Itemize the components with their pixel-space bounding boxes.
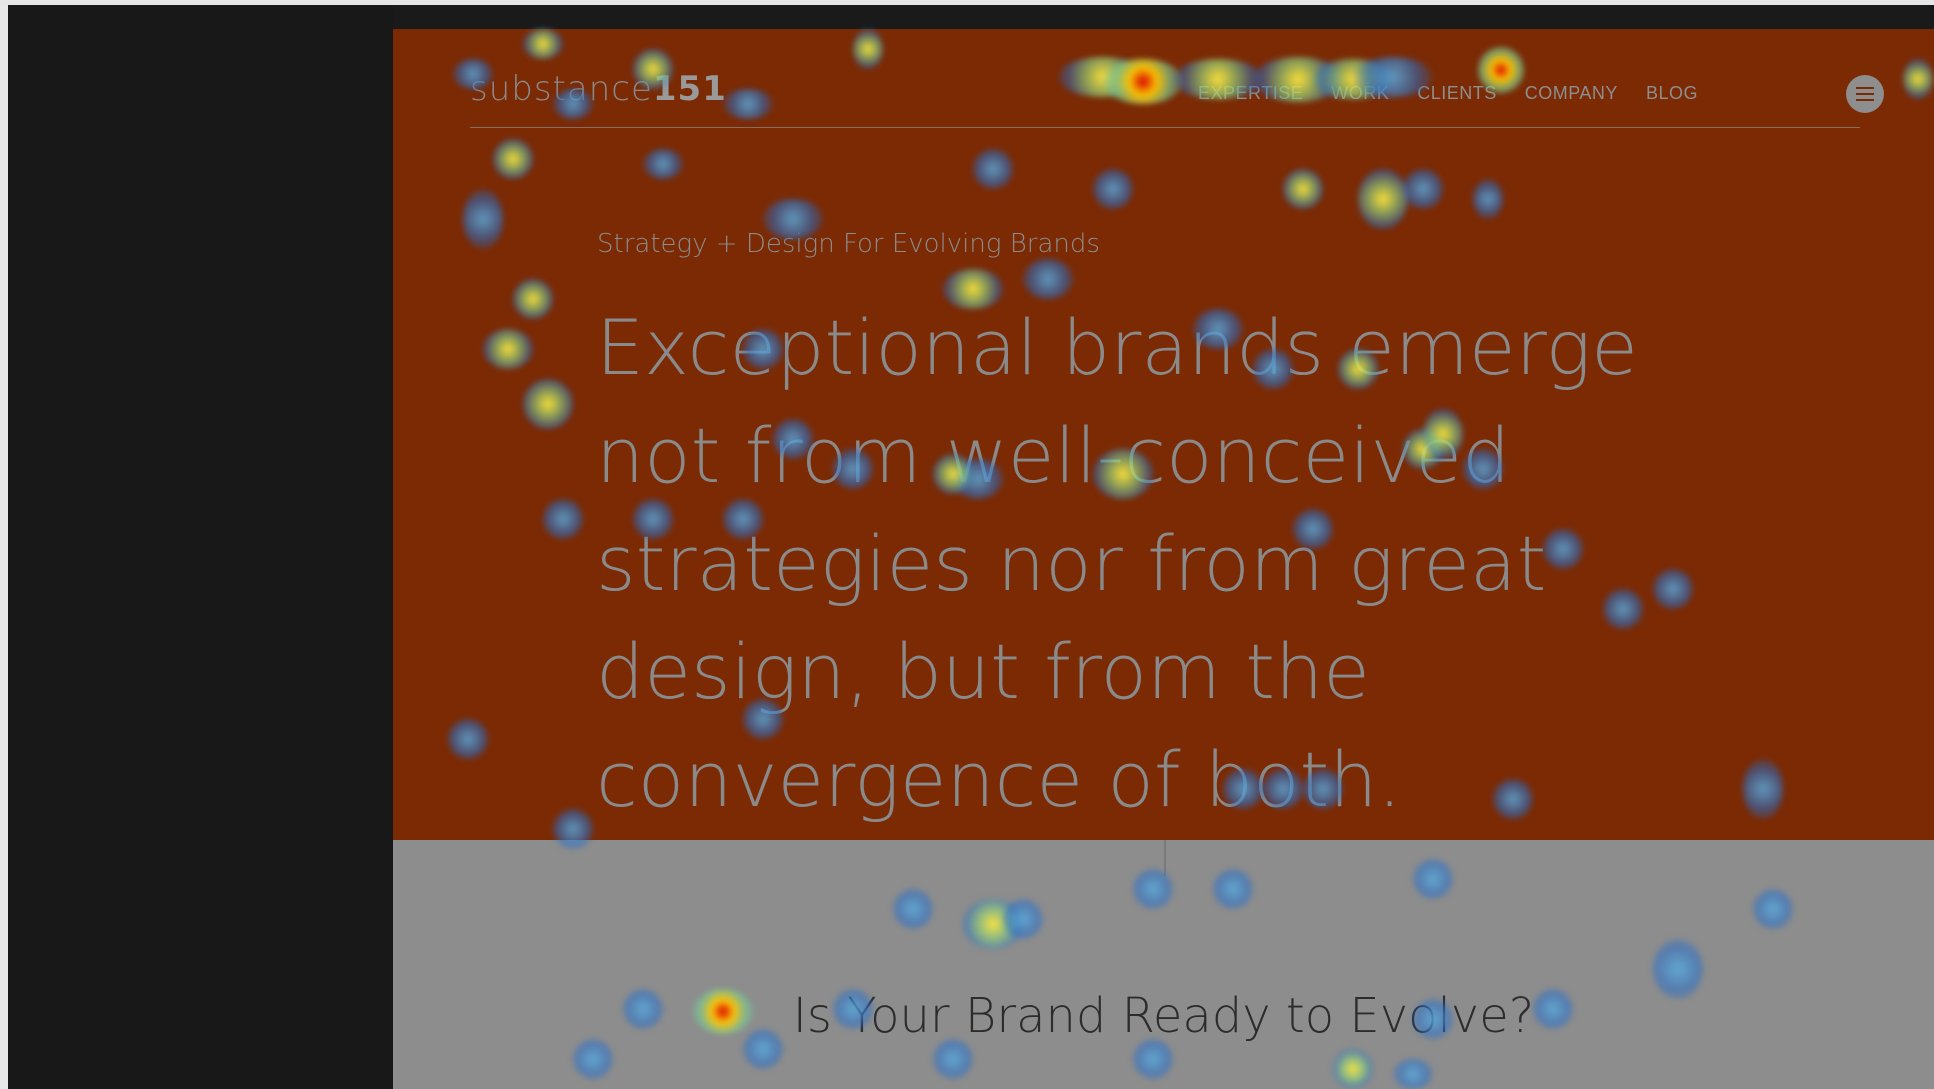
nav-menu: Expertise Work Clients Company Blog: [1198, 83, 1698, 104]
hamburger-menu-icon[interactable]: [1846, 75, 1884, 113]
cta-section: Is Your Brand Ready to Evolve?: [393, 840, 1934, 1089]
nav-item-blog[interactable]: Blog: [1646, 83, 1698, 104]
section-divider: [1164, 840, 1166, 876]
hero-section: substance151 Expertise Work Clients Comp…: [393, 29, 1934, 840]
nav-item-work[interactable]: Work: [1331, 83, 1389, 104]
cta-heading: Is Your Brand Ready to Evolve?: [792, 988, 1535, 1044]
nav-item-company[interactable]: Company: [1525, 83, 1618, 104]
top-navigation: substance151 Expertise Work Clients Comp…: [470, 65, 1884, 128]
logo-number: 151: [652, 69, 727, 109]
side-panel: [8, 5, 393, 1089]
hero-headline: Exceptional brands emerge not from well-…: [596, 303, 1638, 824]
nav-item-expertise[interactable]: Expertise: [1198, 83, 1303, 104]
hero-tagline: Strategy + Design For Evolving Brands: [597, 229, 1100, 259]
logo-text: substance: [470, 69, 653, 109]
window-edge: [0, 5, 8, 1089]
nav-item-clients[interactable]: Clients: [1417, 83, 1497, 104]
website-viewport: substance151 Expertise Work Clients Comp…: [393, 29, 1934, 1089]
site-logo[interactable]: substance151: [470, 69, 727, 109]
